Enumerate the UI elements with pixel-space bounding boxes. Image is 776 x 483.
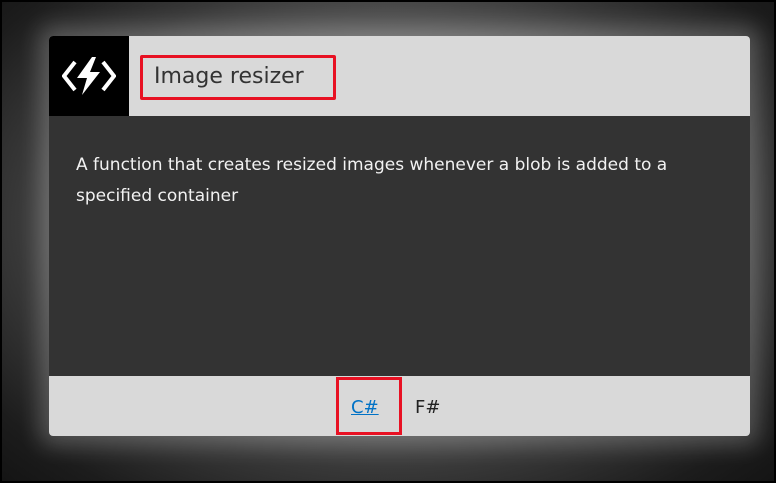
template-card[interactable]: Image resizer A function that creates re…: [49, 36, 750, 436]
language-link-fsharp[interactable]: F#: [415, 396, 440, 420]
azure-functions-bolt-icon: [62, 57, 116, 95]
language-link-csharp[interactable]: C#: [351, 396, 379, 420]
card-header: Image resizer: [49, 36, 750, 116]
function-icon-box: [49, 36, 129, 116]
screenshot-frame: Image resizer A function that creates re…: [0, 0, 776, 483]
card-title: Image resizer: [154, 64, 304, 89]
card-description: A function that creates resized images w…: [76, 155, 668, 206]
language-bar: C# F#: [49, 376, 750, 436]
